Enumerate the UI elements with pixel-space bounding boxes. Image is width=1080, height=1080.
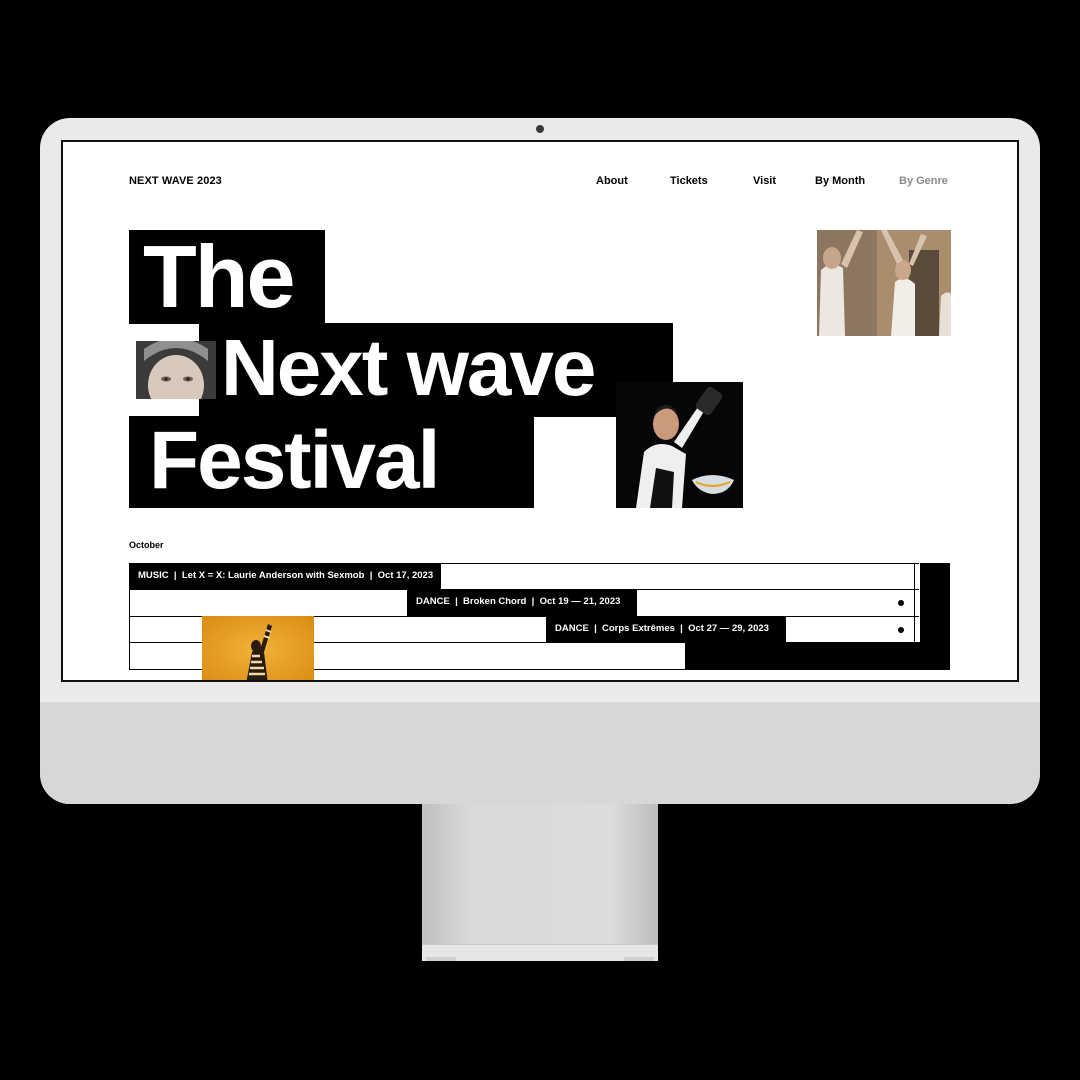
event-date: Oct 17, 2023: [377, 570, 434, 581]
event-thumbnail-photo[interactable]: [202, 616, 314, 680]
artist-face-photo[interactable]: [136, 341, 216, 399]
headline-festival: Festival: [149, 415, 440, 506]
monitor-chin: [40, 702, 1040, 804]
event-title: Corps Extrêmes: [602, 623, 675, 634]
event-row-broken-chord[interactable]: DANCE | Broken Chord | Oct 19 — 21, 2023: [407, 589, 637, 616]
row-dot-icon[interactable]: [898, 627, 904, 633]
nav-by-month[interactable]: By Month: [815, 175, 865, 187]
event-title: Broken Chord: [463, 596, 527, 607]
monitor-stand: [422, 804, 658, 944]
headline-next-wave: Next wave: [221, 323, 596, 412]
dancers-photo[interactable]: [817, 230, 951, 336]
month-label: October: [129, 540, 164, 550]
monitor-stand-foot: [422, 944, 658, 961]
website-screen: NEXT WAVE 2023 About Tickets Visit By Mo…: [61, 140, 1019, 682]
nav-by-genre[interactable]: By Genre: [899, 175, 948, 187]
headline-the: The: [143, 227, 295, 326]
nav-tickets[interactable]: Tickets: [670, 175, 708, 187]
table-edge-right: [914, 563, 915, 642]
headline-block-1: The: [129, 230, 325, 324]
site-logo[interactable]: NEXT WAVE 2023: [129, 175, 222, 187]
event-date: Oct 27 — 29, 2023: [688, 623, 769, 634]
event-genre: MUSIC: [138, 570, 169, 581]
camera-icon: [536, 125, 544, 133]
event-genre: DANCE: [416, 596, 450, 607]
event-title: Let X = X: Laurie Anderson with Sexmob: [181, 570, 365, 581]
performer-photo[interactable]: [616, 382, 743, 508]
nav-visit[interactable]: Visit: [753, 175, 776, 187]
event-genre: DANCE: [555, 623, 589, 634]
row-dot-icon[interactable]: [898, 600, 904, 606]
event-date: Oct 19 — 21, 2023: [539, 596, 621, 607]
headline-block-2: Next wave: [199, 323, 673, 417]
event-row-laurie-anderson[interactable]: MUSIC | Let X = X: Laurie Anderson with …: [129, 563, 441, 589]
event-row-corps-extremes[interactable]: DANCE | Corps Extrêmes | Oct 27 — 29, 20…: [546, 616, 786, 642]
table-black-footer: [685, 642, 950, 670]
headline-block-3: Festival: [129, 416, 534, 508]
nav-about[interactable]: About: [596, 175, 628, 187]
